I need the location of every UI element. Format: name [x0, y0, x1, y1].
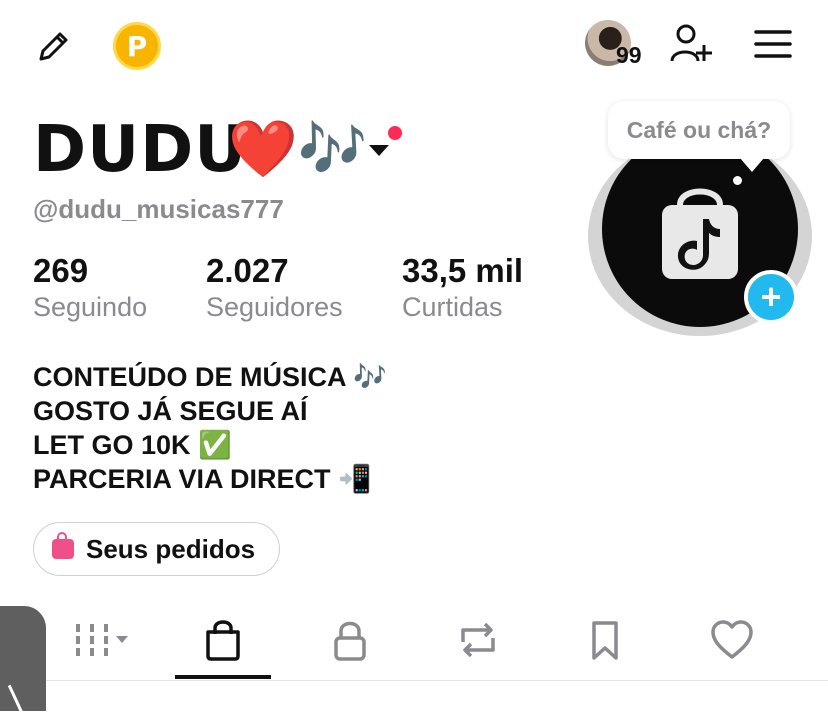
coin-button[interactable]: P	[113, 22, 161, 70]
status-bubble[interactable]: Café ou chá?	[608, 101, 790, 159]
bio-line: CONTEÚDO DE MÚSICA 🎶	[33, 362, 387, 392]
person-add-icon[interactable]	[666, 20, 716, 66]
bio-line: LET GO 10K ✅	[33, 430, 232, 460]
shopping-bag-icon	[206, 620, 240, 661]
coin-icon: P	[113, 22, 161, 70]
username: @dudu_musicas777	[33, 194, 284, 224]
tab-videos[interactable]	[60, 600, 140, 680]
followers-label[interactable]: Seguidores	[206, 292, 343, 323]
tab-private[interactable]	[310, 600, 390, 680]
tab-shop[interactable]	[183, 600, 263, 680]
bio: CONTEÚDO DE MÚSICA 🎶 GOSTO JÁ SEGUE AÍ L…	[33, 360, 387, 496]
add-avatar-button[interactable]: +	[744, 270, 798, 324]
name-emoji: ❤️🎶	[228, 117, 368, 182]
likes-label[interactable]: Curtidas	[402, 292, 503, 323]
pencil-icon[interactable]	[30, 24, 76, 70]
tab-liked[interactable]	[692, 600, 772, 680]
shopping-bag-icon	[52, 532, 74, 559]
tab-reposts[interactable]	[438, 600, 518, 680]
following-count[interactable]: 269	[33, 252, 88, 290]
floating-overlay[interactable]	[0, 606, 46, 711]
grid-icon	[76, 624, 128, 656]
heart-icon	[711, 620, 753, 659]
orders-button[interactable]: Seus pedidos	[33, 522, 280, 576]
bookmark-icon	[592, 621, 618, 660]
tiktok-shop-icon	[662, 188, 738, 279]
following-label[interactable]: Seguindo	[33, 292, 147, 323]
hamburger-menu-icon[interactable]	[752, 26, 794, 62]
followers-count[interactable]: 2.027	[206, 252, 289, 290]
orders-label: Seus pedidos	[86, 533, 256, 564]
bio-line: GOSTO JÁ SEGUE AÍ	[33, 396, 308, 426]
repost-icon	[461, 622, 495, 658]
bubble-dot	[733, 176, 742, 185]
bio-line: PARCERIA VIA DIRECT 📲	[33, 464, 372, 494]
notification-dot	[388, 126, 402, 140]
active-tab-indicator	[175, 675, 271, 679]
profile-name: DUDU	[33, 113, 248, 187]
lock-icon	[334, 621, 366, 661]
bubble-tail	[740, 158, 764, 172]
chevron-down-icon[interactable]	[369, 145, 389, 156]
notification-count: 99	[616, 42, 642, 68]
likes-count[interactable]: 33,5 mil	[402, 252, 523, 290]
tab-saved[interactable]	[565, 600, 645, 680]
